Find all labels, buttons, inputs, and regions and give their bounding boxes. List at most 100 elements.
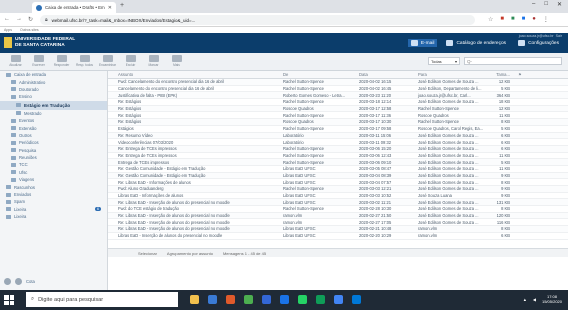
message-row[interactable]: Re: Estágios Rachel Sutton-Spence 2020-03-… xyxy=(108,99,568,106)
network-icon[interactable]: ▲ xyxy=(523,297,527,302)
folder-item[interactable]: TCC xyxy=(0,161,107,168)
threads-menu[interactable]: Agrupamento por assunto xyxy=(167,251,213,256)
toolbar-button[interactable]: Escrever xyxy=(29,55,48,69)
message-row[interactable]: Re: Libras EaD - Inserção de alunos do p… xyxy=(108,212,568,220)
message-row[interactable]: Videoconferências 07/03/2020 Laboratório 2… xyxy=(108,139,568,146)
toolbar-button[interactable]: Excluir xyxy=(121,55,140,69)
header-from[interactable]: De xyxy=(277,72,351,77)
folder-item[interactable]: Lixeira 6 xyxy=(0,206,107,213)
message-row[interactable]: Justificativa de falta - PIBI (EPK) Rober… xyxy=(108,92,568,100)
folder-item[interactable]: Spam xyxy=(0,198,107,205)
message-row[interactable]: Re: Estágios Roscoe Quadros 2020-03-17 12:… xyxy=(108,105,568,113)
taskbar-app-icon[interactable] xyxy=(190,295,199,304)
reload-icon[interactable]: ↻ xyxy=(28,16,33,23)
taskbar-app-icon[interactable] xyxy=(334,295,343,304)
taskbar-app-icon[interactable] xyxy=(280,295,289,304)
taskbar-search[interactable]: ⌕ Digite aqui para pesquisar xyxy=(26,292,178,307)
nav-settings[interactable]: Configurações xyxy=(515,39,562,47)
forward-icon[interactable]: → xyxy=(16,16,22,23)
folder-item[interactable]: Periódicos xyxy=(0,139,107,146)
message-row[interactable]: Re: Entrega de TCEs impressos Rachel Sutt… xyxy=(108,153,568,160)
folder-item[interactable]: Eventos xyxy=(0,117,107,124)
folder-item[interactable]: Reuniões xyxy=(0,154,107,161)
star-icon[interactable]: ☆ xyxy=(488,16,493,23)
message-row[interactable]: Re: Resumo Vídeo Laboratório 2020-03-11 15… xyxy=(108,132,568,140)
message-row[interactable]: Cancelamento do encontro presencial dia … xyxy=(108,86,568,93)
profile-icon[interactable]: ● xyxy=(532,16,536,23)
message-row[interactable]: Re: Libras EaD - Inserção de alunos do p… xyxy=(108,219,568,227)
message-row[interactable]: Re: Libras EaD - Inserção de alunos do p… xyxy=(108,199,568,207)
browser-tab[interactable]: Caixa de entrada • Drafts • Em ... ✕ xyxy=(32,2,116,13)
header-subject[interactable]: Assunto xyxy=(112,72,277,77)
folder-item[interactable]: Viagens xyxy=(0,176,107,183)
folder-item[interactable]: Mestrado xyxy=(0,110,107,117)
message-row[interactable]: Fwd: Aluno Graduanderg Rachel Sutton-Spen… xyxy=(108,186,568,193)
folder-item[interactable]: Caixa de entrada xyxy=(0,71,107,78)
message-row[interactable]: Entrega de TCEs impressos Rachel Sutton-S… xyxy=(108,159,568,166)
filter-select[interactable]: Todas ▾ xyxy=(428,57,460,65)
folder-item[interactable]: Administrativo xyxy=(0,78,107,85)
toolbar-button[interactable]: Mais xyxy=(167,55,186,69)
taskbar-app-icon[interactable] xyxy=(244,295,253,304)
message-row[interactable]: Re: Gestão Comunidade - Estágio em Tradu… xyxy=(108,166,568,173)
header-size[interactable]: Tama... xyxy=(488,72,510,77)
clock[interactable]: 17:08 15/05/2020 xyxy=(542,294,562,304)
message-row[interactable]: Fwd: do TCE estágio de tradução Rachel Su… xyxy=(108,206,568,213)
folder-item[interactable]: Extensão xyxy=(0,124,107,131)
folder-item[interactable]: Outros xyxy=(0,132,107,139)
folder-item[interactable]: Pesquisa xyxy=(0,147,107,154)
message-row[interactable]: Libras EaD - Informações de alunos Libras… xyxy=(108,193,568,200)
close-tab-icon[interactable]: ✕ xyxy=(108,5,112,11)
bookmark-apps[interactable]: Apps xyxy=(4,28,12,32)
select-menu[interactable]: Selecionar xyxy=(138,251,157,256)
message-row[interactable]: Estágios Rachel Sutton-Spence 2020-03-17 0… xyxy=(108,126,568,133)
back-icon[interactable]: ← xyxy=(4,16,10,23)
header-to[interactable]: Para xyxy=(412,72,488,77)
message-row[interactable]: Re: Estágios Roscoe Quadros 2020-03-17 10:… xyxy=(108,119,568,126)
folder-item[interactable]: Lixeira xyxy=(0,213,107,220)
folder-item[interactable]: Rascunhos xyxy=(0,183,107,190)
settings-icon[interactable] xyxy=(4,278,11,285)
toolbar-button[interactable]: Atualizar xyxy=(6,55,25,69)
taskbar-app-icon[interactable] xyxy=(298,295,307,304)
url-field[interactable]: 🔒︎ webmail.ufsc.br/?_task=mail&_mbox=INB… xyxy=(40,15,475,25)
message-row[interactable]: Re: Entrega de TCEs impressos Rachel Sutt… xyxy=(108,145,568,153)
toolbar-button[interactable]: Responder xyxy=(52,55,71,69)
toolbar-button[interactable]: Resp. todos xyxy=(75,55,94,69)
extension-icon[interactable]: ■ xyxy=(522,16,526,23)
new-tab-button[interactable]: + xyxy=(120,2,124,9)
folder-item[interactable]: Doutorado xyxy=(0,86,107,93)
message-row[interactable]: Re: Libras EaD - Inserção de alunos do p… xyxy=(108,226,568,233)
windows-start-icon[interactable] xyxy=(4,295,14,305)
header-date[interactable]: Data xyxy=(351,72,412,77)
toolbar-button[interactable]: Marcar xyxy=(144,55,163,69)
message-row[interactable]: Re: Estágios Rachel Sutton-Spence 2020-03-… xyxy=(108,112,568,120)
close-window-icon[interactable]: ✕ xyxy=(557,1,562,8)
maximize-icon[interactable]: □ xyxy=(544,1,548,8)
message-row[interactable]: Fwd: Cancelamento do encontro presencial… xyxy=(108,79,568,86)
folder-item[interactable]: Enviados xyxy=(0,191,107,198)
message-row[interactable]: Re: Libras EaD - Informações de alunos Li… xyxy=(108,179,568,186)
taskbar-app-icon[interactable] xyxy=(226,295,235,304)
folder-item[interactable]: Estágio em Tradução xyxy=(0,100,107,110)
search-input[interactable]: Q- xyxy=(464,57,562,65)
folder-item[interactable]: Ufsc xyxy=(0,169,107,176)
taskbar-app-icon[interactable] xyxy=(316,295,325,304)
message-to: José Edilson Gomes de Souza ... xyxy=(418,79,479,85)
extension-icon[interactable]: ■ xyxy=(500,16,504,23)
nav-email[interactable]: E-mail xyxy=(407,39,438,47)
nav-contacts[interactable]: Catálogo de endereços xyxy=(443,39,509,47)
message-row[interactable]: Re: Gestão Comunidade - Estágio em Tradu… xyxy=(108,172,568,180)
folder-item[interactable]: Ensino xyxy=(0,93,107,100)
taskbar-app-icon[interactable] xyxy=(208,295,217,304)
extension-icon[interactable]: ■ xyxy=(511,16,515,23)
bookmark-other[interactable]: Outros sites xyxy=(20,28,39,32)
logout-link[interactable]: Sair xyxy=(556,34,562,38)
message-row[interactable]: Libras EaD - Inserção de alunos do prese… xyxy=(108,233,568,240)
taskbar-app-icon[interactable] xyxy=(352,295,361,304)
toolbar-button[interactable]: Encaminhar xyxy=(98,55,117,69)
taskbar-app-icon[interactable] xyxy=(262,295,271,304)
minimize-icon[interactable]: – xyxy=(532,1,535,8)
volume-icon[interactable]: ◀ xyxy=(533,297,536,302)
menu-icon[interactable]: ⋮ xyxy=(543,16,549,23)
